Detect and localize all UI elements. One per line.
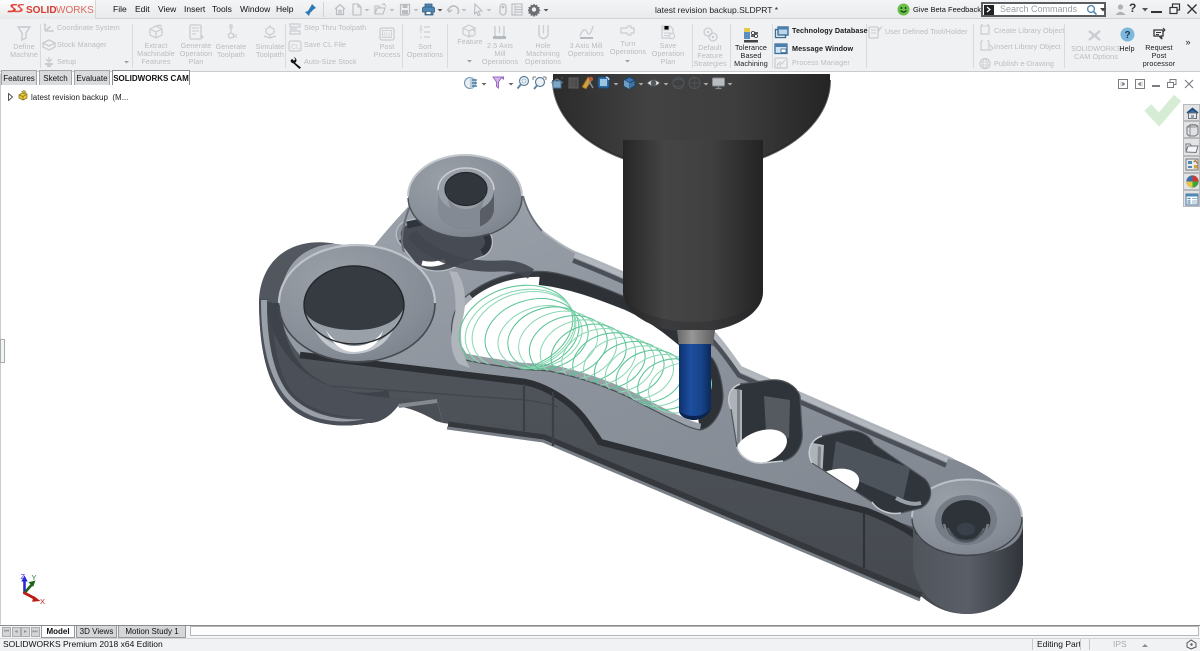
svg-text:Z: Z: [21, 572, 26, 581]
svg-text:?: ?: [1125, 30, 1131, 41]
svg-text:X: X: [40, 597, 45, 606]
svg-text:WORKS: WORKS: [56, 5, 94, 16]
svg-text:CL: CL: [291, 44, 300, 51]
svg-text:G1: G1: [384, 33, 391, 39]
svg-text:SOLID: SOLID: [26, 5, 57, 16]
svg-text:Y: Y: [32, 573, 37, 582]
